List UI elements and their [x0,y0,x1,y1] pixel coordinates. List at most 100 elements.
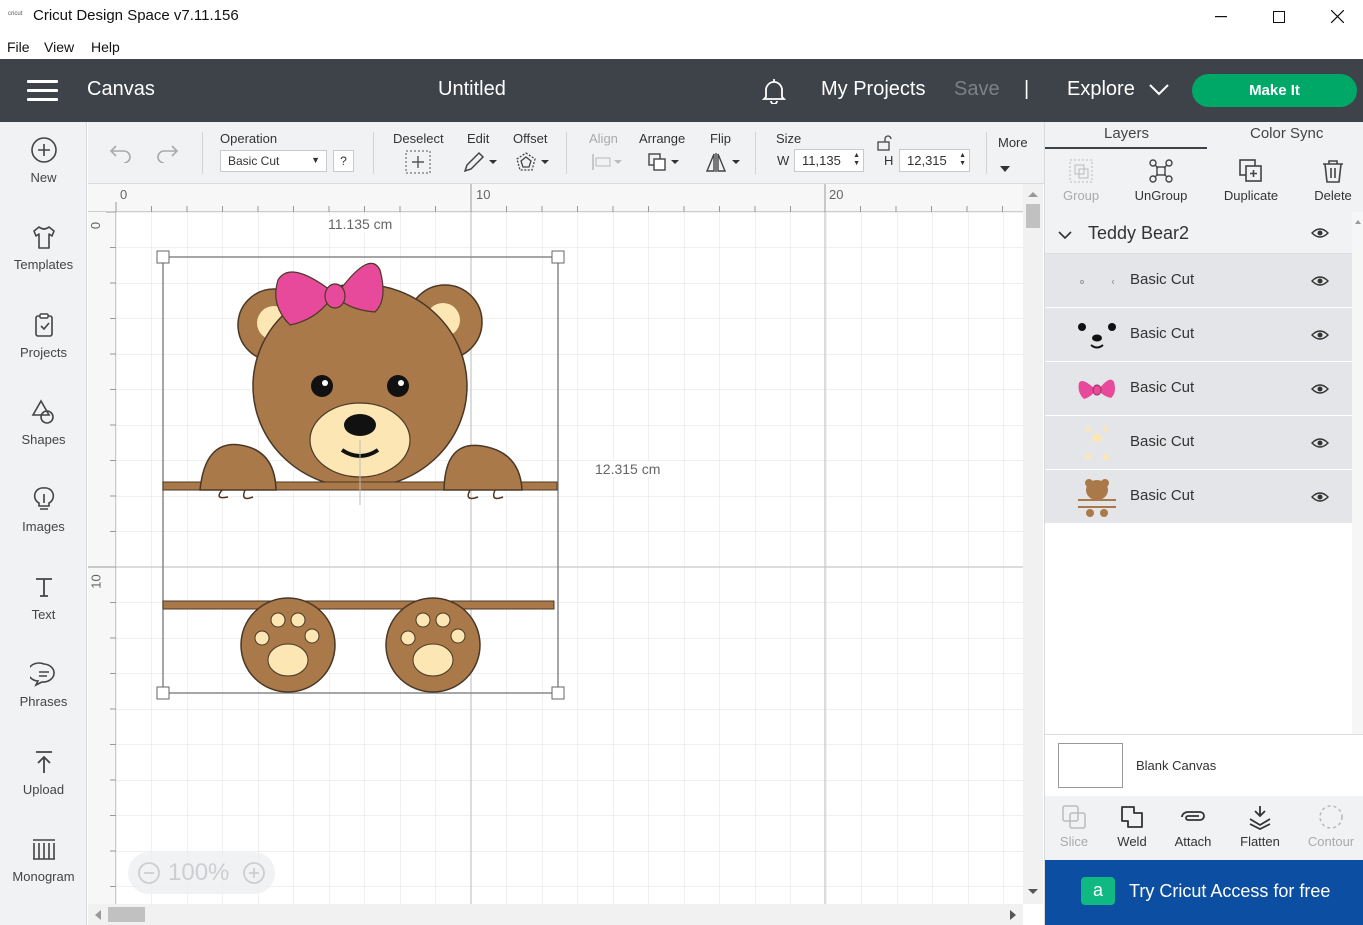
menu-bar: File View Help [0,33,1363,59]
caret-down-icon: ▼ [311,155,320,165]
menu-file[interactable]: File [7,39,30,55]
redo-icon[interactable] [155,143,179,168]
upload-icon [35,751,52,773]
width-input[interactable]: 11,135 ▲ ▼ [794,149,864,172]
tab-color-sync[interactable]: Color Sync [1250,125,1323,142]
eye-icon[interactable] [1311,382,1329,400]
arrange-icon[interactable] [647,151,681,178]
duplicate-button[interactable]: Duplicate [1222,158,1280,203]
document-title[interactable]: Untitled [438,78,506,101]
spinner-icon[interactable]: ▲ ▼ [959,152,966,168]
layer-row[interactable]: Basic Cut [1045,470,1352,524]
layers-scrollbar[interactable] [1352,212,1363,824]
header-divider: | [1024,78,1030,100]
sidebar-item-shapes[interactable]: Shapes [0,398,87,478]
zoom-in-icon[interactable] [242,861,266,890]
weld-label: Weld [1117,834,1147,849]
save-button[interactable]: Save [954,78,1000,101]
align-icon[interactable] [591,152,623,177]
sidebar-item-phrases[interactable]: Phrases [0,660,87,740]
operation-value: Basic Cut [228,154,280,168]
eye-icon[interactable] [1311,490,1329,508]
sidebar-item-images[interactable]: Images [0,485,87,565]
more-label[interactable]: More [998,135,1028,150]
attach-button[interactable]: Attach [1173,804,1213,849]
flip-icon[interactable] [705,150,742,179]
zoom-out-icon[interactable] [137,861,161,890]
layer-name: Basic Cut [1130,325,1195,342]
sidebar-label-projects: Projects [20,345,67,360]
trash-icon [1323,160,1343,183]
canvas-color-swatch[interactable] [1058,743,1123,788]
maximize-button[interactable] [1250,0,1308,33]
sidebar-item-new[interactable]: New [0,136,87,216]
menu-view[interactable]: View [44,39,74,55]
layer-row[interactable]: Basic Cut [1045,362,1352,416]
eye-icon[interactable] [1311,226,1329,244]
weld-button[interactable]: Weld [1115,804,1149,849]
layer-group-row[interactable]: Teddy Bear2 [1045,212,1352,254]
layer-thumbnail [1078,379,1115,399]
flip-label: Flip [710,131,731,146]
height-value: 12,315 [907,153,947,168]
delete-button[interactable]: Delete [1313,158,1353,203]
zoom-control: 100% [128,852,275,894]
sidebar-item-projects[interactable]: Projects [0,311,87,391]
sidebar-label-new: New [30,170,57,185]
flatten-button[interactable]: Flatten [1238,804,1282,849]
app-header: Canvas Untitled My Projects Save | Explo… [0,59,1363,122]
teddy-bear-design[interactable] [150,245,610,705]
layer-row[interactable]: Basic Cut [1045,254,1352,308]
pencil-icon[interactable] [462,150,498,179]
sidebar-item-templates[interactable]: Templates [0,223,87,303]
sidebar-item-monogram[interactable]: Monogram [0,835,87,915]
cricut-access-banner[interactable]: a Try Cricut Access for free [1045,860,1363,925]
slice-button[interactable]: Slice [1058,804,1090,849]
layer-row[interactable]: Basic Cut [1045,308,1352,362]
canvas-vertical-scrollbar[interactable] [1023,184,1043,904]
group-button[interactable]: Group [1063,158,1099,203]
close-button[interactable] [1308,0,1363,33]
sidebar-item-text[interactable]: Text [0,573,87,653]
deselect-icon[interactable] [405,150,431,179]
tab-layers[interactable]: Layers [1104,125,1149,142]
layer-actions: Group UnGroup Duplicate Delete [1045,149,1363,211]
ungroup-button[interactable]: UnGroup [1134,158,1188,203]
caret-down-icon[interactable] [1000,159,1010,177]
layer-thumbnail [1078,323,1116,349]
ruler-top-label: 10 [476,187,491,202]
layer-row[interactable]: Basic Cut [1045,416,1352,470]
minimize-button[interactable] [1192,0,1250,33]
spinner-icon[interactable]: ▲ ▼ [853,152,860,168]
width-dimension-label: 11.135 cm [324,216,397,232]
operation-help-button[interactable]: ? [333,150,354,172]
explore-menu[interactable]: Explore [1067,78,1135,101]
blank-canvas-row[interactable]: Blank Canvas [1045,734,1363,796]
chevron-down-icon[interactable] [1058,227,1072,245]
flatten-label: Flatten [1240,834,1280,849]
paperclip-icon [1181,811,1205,821]
canvas-horizontal-scrollbar[interactable] [88,904,1023,925]
chevron-down-icon[interactable] [1149,83,1169,101]
group-icon [1069,159,1093,183]
eye-icon[interactable] [1311,436,1329,454]
make-it-button[interactable]: Make It [1192,74,1357,107]
layers-list: Teddy Bear2 Basic Cut Basic Cut Basic Cu… [1045,212,1363,824]
attach-label: Attach [1174,834,1212,849]
operation-select[interactable]: Basic Cut ▼ [220,150,327,172]
sidebar-label-upload: Upload [22,782,65,797]
bell-icon[interactable] [761,78,787,109]
group-name: Teddy Bear2 [1088,223,1190,243]
hamburger-menu-icon[interactable] [27,80,58,102]
eye-icon[interactable] [1311,328,1329,346]
offset-icon[interactable] [514,150,550,179]
height-input[interactable]: 12,315 ▲ ▼ [899,149,970,172]
undo-icon[interactable] [109,143,133,168]
eye-icon[interactable] [1311,274,1329,292]
contour-button[interactable]: Contour [1306,804,1356,849]
sidebar-item-upload[interactable]: Upload [0,748,87,828]
ungroup-icon [1149,159,1173,183]
menu-help[interactable]: Help [91,39,120,55]
my-projects-link[interactable]: My Projects [821,78,925,101]
height-label: H [884,153,894,168]
